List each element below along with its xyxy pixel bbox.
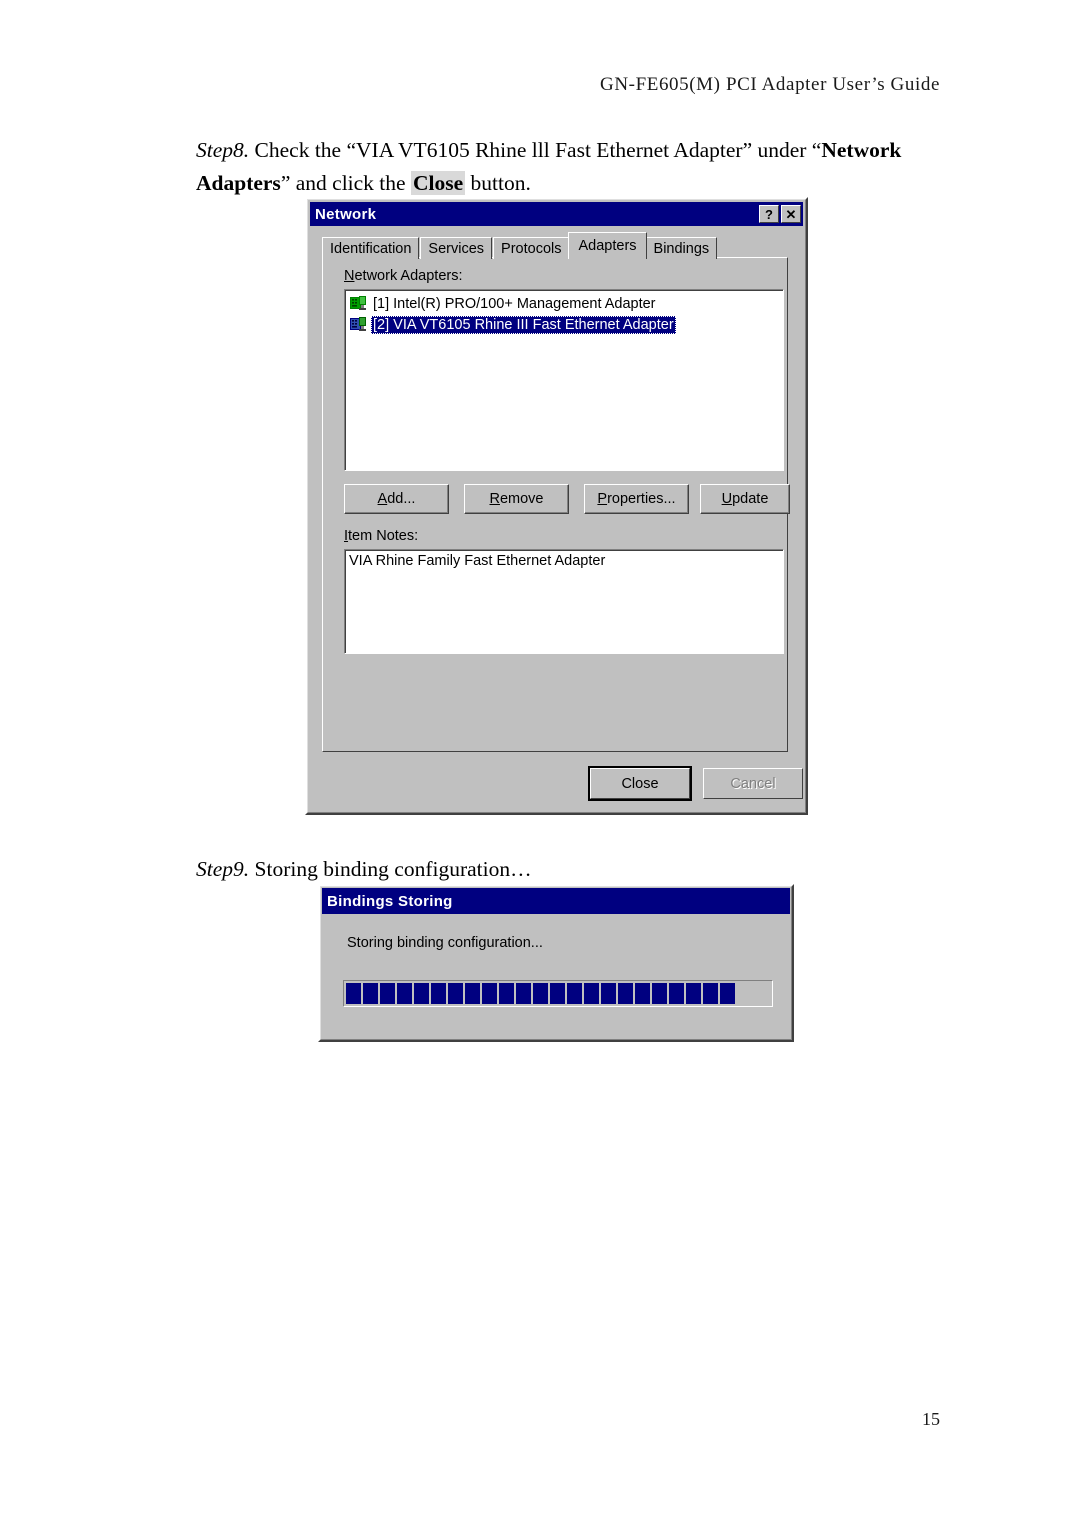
progress-block — [567, 983, 582, 1004]
remove-button-accel: R — [489, 491, 500, 507]
item-notes-text: VIA Rhine Family Fast Ethernet Adapter — [349, 553, 606, 569]
list-item-label: [1] Intel(R) PRO/100+ Management Adapter — [373, 295, 656, 312]
network-adapter-card-icon — [350, 296, 367, 311]
add-button-label: dd... — [387, 491, 416, 507]
update-button[interactable]: Update — [700, 484, 790, 514]
properties-button-label: roperties... — [607, 491, 676, 507]
network-tab-strip: Identification Services Protocols Adapte… — [322, 232, 788, 259]
bindings-dialog-titlebar: Bindings Storing — [322, 888, 790, 914]
step8-text-a: Check the “VIA VT6105 Rhine lll Fast Eth… — [249, 138, 822, 162]
progress-block — [482, 983, 497, 1004]
progress-bar — [343, 980, 773, 1007]
network-adapters-label-accel: N — [344, 268, 355, 284]
bindings-dialog-title: Bindings Storing — [327, 892, 453, 910]
item-notes-label: Item Notes: — [344, 528, 418, 544]
progress-block — [584, 983, 599, 1004]
adapters-tab-panel: Network Adapters: [1] Intel(R) PRO/100+ … — [322, 257, 790, 752]
progress-block — [669, 983, 684, 1004]
network-adapters-listbox[interactable]: [1] Intel(R) PRO/100+ Management Adapter — [344, 289, 784, 471]
close-icon[interactable]: ✕ — [781, 205, 801, 223]
step8-text-e: button. — [465, 171, 531, 195]
bindings-storing-dialog-window: Bindings Storing Storing binding configu… — [318, 884, 794, 1042]
tab-adapters[interactable]: Adapters — [568, 232, 647, 259]
update-button-label: pdate — [732, 491, 769, 507]
remove-button[interactable]: Remove — [464, 484, 569, 514]
step8-highlight-close: Close — [410, 171, 466, 195]
network-adapters-label-rest: etwork Adapters: — [354, 268, 463, 284]
progress-block — [363, 983, 378, 1004]
progress-block — [618, 983, 633, 1004]
progress-block — [499, 983, 514, 1004]
list-item[interactable]: [1] Intel(R) PRO/100+ Management Adapter — [347, 293, 781, 314]
help-icon[interactable]: ? — [759, 205, 779, 223]
network-dialog-window[interactable]: Network ? ✕ Identification Services Prot… — [305, 197, 808, 815]
progress-block — [652, 983, 667, 1004]
progress-block — [720, 983, 735, 1004]
add-button[interactable]: Add... — [344, 484, 449, 514]
close-button[interactable]: Close — [590, 768, 690, 799]
step8-label: Step8. — [196, 138, 250, 162]
progress-block — [414, 983, 429, 1004]
network-dialog-title: Network — [315, 205, 377, 223]
progress-block — [448, 983, 463, 1004]
progress-block — [533, 983, 548, 1004]
step8-paragraph: Step8. Check the “VIA VT6105 Rhine lll F… — [196, 134, 946, 200]
list-item-label: [2] VIA VT6105 Rhine III Fast Ethernet A… — [371, 315, 676, 334]
network-adapter-card-icon — [350, 317, 367, 332]
bindings-status-text: Storing binding configuration... — [347, 935, 543, 951]
progress-block — [380, 983, 395, 1004]
properties-button[interactable]: Properties... — [584, 484, 689, 514]
progress-block — [346, 983, 361, 1004]
step9-label: Step9. — [196, 857, 250, 881]
step9-text: Storing binding configuration… — [249, 857, 532, 881]
page-number: 15 — [922, 1409, 940, 1429]
progress-block — [601, 983, 616, 1004]
page-running-header: GN-FE605(M) PCI Adapter User’s Guide — [600, 74, 940, 95]
update-button-accel: U — [721, 491, 733, 507]
progress-block — [465, 983, 480, 1004]
progress-block — [635, 983, 650, 1004]
progress-block — [516, 983, 531, 1004]
progress-block — [686, 983, 701, 1004]
step9-paragraph: Step9. Storing binding configuration… — [196, 853, 946, 886]
tab-identification[interactable]: Identification — [322, 237, 420, 259]
progress-block — [703, 983, 718, 1004]
add-button-accel: A — [377, 491, 388, 507]
progress-block — [550, 983, 565, 1004]
list-item[interactable]: [2] VIA VT6105 Rhine III Fast Ethernet A… — [347, 314, 781, 335]
progress-bar-blocks — [346, 983, 770, 1004]
step8-text-c: ” and click the — [280, 171, 411, 195]
titlebar-buttons: ? ✕ — [759, 205, 801, 223]
tab-bindings[interactable]: Bindings — [645, 237, 718, 259]
cancel-button: Cancel — [703, 768, 803, 799]
network-adapters-label: Network Adapters: — [344, 268, 462, 284]
item-notes-textbox[interactable]: VIA Rhine Family Fast Ethernet Adapter — [344, 549, 784, 654]
progress-block — [397, 983, 412, 1004]
item-notes-label-rest: tem Notes: — [348, 528, 419, 544]
network-dialog-titlebar[interactable]: Network ? ✕ — [310, 202, 803, 226]
progress-block — [431, 983, 446, 1004]
tab-services[interactable]: Services — [420, 237, 493, 259]
remove-button-label: emove — [499, 491, 544, 507]
properties-button-accel: P — [597, 491, 608, 507]
tab-protocols[interactable]: Protocols — [493, 237, 570, 259]
